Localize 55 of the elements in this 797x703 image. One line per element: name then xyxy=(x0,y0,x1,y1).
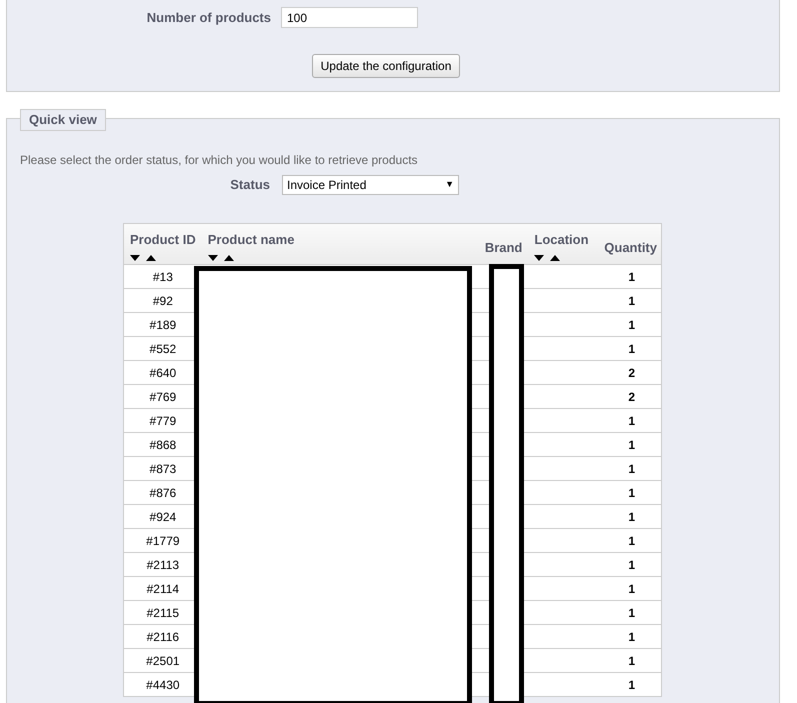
table-cell: 1 xyxy=(628,414,635,428)
table-cell: 1 xyxy=(628,438,635,452)
section-legend: Quick view xyxy=(20,109,106,131)
instruction-text: Please select the order status, for which you would like to retrieve products xyxy=(20,152,418,169)
table-cell: 1 xyxy=(628,510,635,524)
table-cell: 1 xyxy=(628,534,635,548)
status-select[interactable]: Invoice Printed ▼ xyxy=(282,175,459,195)
table-cell: 1 xyxy=(628,582,635,596)
sort-ascending-icon[interactable] xyxy=(550,254,560,260)
table-cell: #2115 xyxy=(146,606,180,620)
sort-descending-icon[interactable] xyxy=(534,254,544,260)
table-cell: 1 xyxy=(628,606,635,620)
table-cell: #2114 xyxy=(146,582,180,596)
column-header: Product name xyxy=(208,231,296,249)
table-cell: #4430 xyxy=(146,678,180,692)
field-label: Status xyxy=(229,176,270,194)
dropdown-arrow-icon[interactable]: ▼ xyxy=(445,178,454,192)
table-cell: 1 xyxy=(628,654,635,668)
table-cell: 1 xyxy=(628,342,635,356)
table-cell: #868 xyxy=(150,438,176,452)
table-cell: #779 xyxy=(150,414,176,428)
table-cell: #1779 xyxy=(146,534,180,548)
field-label: Number of products xyxy=(146,8,271,27)
table-cell: 1 xyxy=(628,462,635,476)
table-cell: #873 xyxy=(150,462,176,476)
column-header: Product ID xyxy=(130,231,196,249)
column-header: Quantity xyxy=(604,239,657,257)
sort-ascending-icon[interactable] xyxy=(146,254,156,260)
table-cell: #92 xyxy=(152,294,173,308)
table-cell: 1 xyxy=(628,294,635,308)
table-cell: 1 xyxy=(628,486,635,500)
table-cell: #13 xyxy=(152,270,173,284)
table-cell: #189 xyxy=(150,318,176,332)
table-cell: #640 xyxy=(150,366,176,380)
table-cell: #2501 xyxy=(146,654,180,668)
column-header: Location xyxy=(534,231,590,249)
table-cell: 1 xyxy=(628,558,635,572)
table-cell: #2113 xyxy=(146,558,180,572)
table-cell: #876 xyxy=(150,486,176,500)
sort-descending-icon[interactable] xyxy=(130,254,140,260)
table-cell: #552 xyxy=(150,342,176,356)
update-button[interactable]: Update the configuration xyxy=(312,54,460,78)
table-cell: 1 xyxy=(628,678,635,692)
sort-descending-icon[interactable] xyxy=(208,254,218,260)
table-cell: 1 xyxy=(628,318,635,332)
column-header: Brand xyxy=(484,239,522,257)
table-cell: #2116 xyxy=(146,630,180,644)
table-cell: 1 xyxy=(628,270,635,284)
table-cell: #924 xyxy=(150,510,176,524)
number-field[interactable]: 100 xyxy=(281,7,418,28)
table-cell: 2 xyxy=(628,366,635,380)
table-cell: #769 xyxy=(150,390,176,404)
sort-ascending-icon[interactable] xyxy=(224,254,234,260)
table-cell: 1 xyxy=(628,630,635,644)
table-cell: 2 xyxy=(628,390,635,404)
